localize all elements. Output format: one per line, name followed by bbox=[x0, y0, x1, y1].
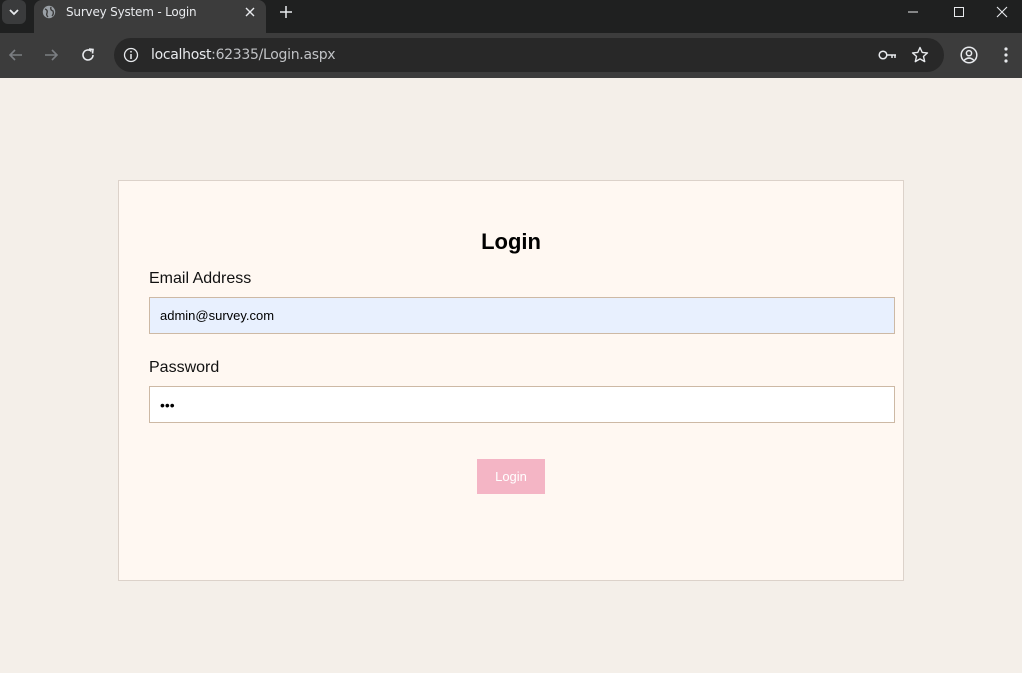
window-close-button[interactable] bbox=[982, 0, 1022, 24]
url-text: localhost:62335/Login.aspx bbox=[151, 47, 336, 63]
browser-toolbar: localhost:62335/Login.aspx bbox=[0, 33, 1022, 78]
email-label: Email Address bbox=[149, 270, 252, 287]
page-title: Login bbox=[481, 229, 541, 254]
active-tab[interactable]: Survey System - Login bbox=[34, 0, 266, 33]
profile-button[interactable] bbox=[958, 44, 980, 66]
maximize-icon bbox=[954, 7, 964, 17]
back-button[interactable] bbox=[3, 42, 29, 68]
key-icon bbox=[878, 50, 896, 60]
page-viewport: Login Email Address Password Login bbox=[0, 78, 1022, 673]
minimize-button[interactable] bbox=[890, 0, 936, 24]
chevron-down-icon bbox=[9, 9, 19, 16]
info-icon bbox=[123, 47, 139, 63]
forward-button[interactable] bbox=[38, 42, 64, 68]
minimize-icon bbox=[908, 11, 918, 13]
site-info-button[interactable] bbox=[122, 46, 140, 64]
address-bar[interactable]: localhost:62335/Login.aspx bbox=[114, 38, 944, 72]
maximize-button[interactable] bbox=[936, 0, 982, 24]
new-tab-button[interactable] bbox=[276, 2, 296, 22]
more-vertical-icon bbox=[1004, 47, 1008, 63]
close-icon bbox=[996, 6, 1008, 18]
bookmark-button[interactable] bbox=[910, 45, 930, 65]
arrow-left-icon bbox=[8, 49, 22, 61]
reload-icon bbox=[82, 48, 94, 61]
tab-strip: Survey System - Login bbox=[0, 0, 1022, 33]
reload-button[interactable] bbox=[75, 42, 101, 68]
tab-title: Survey System - Login bbox=[66, 5, 197, 19]
globe-icon bbox=[42, 5, 56, 19]
login-card: Login Email Address Password Login bbox=[118, 180, 904, 581]
arrow-right-icon bbox=[45, 49, 59, 61]
close-icon bbox=[245, 7, 255, 17]
plus-icon bbox=[280, 6, 292, 18]
tab-close-button[interactable] bbox=[242, 4, 258, 20]
url-path: :62335/Login.aspx bbox=[211, 47, 336, 63]
password-label: Password bbox=[149, 359, 220, 376]
password-field[interactable] bbox=[149, 386, 895, 423]
profile-icon bbox=[960, 46, 978, 64]
tab-search-button[interactable] bbox=[2, 0, 26, 24]
password-manager-button[interactable] bbox=[878, 45, 898, 65]
email-field[interactable] bbox=[149, 297, 895, 334]
url-host: localhost bbox=[151, 47, 212, 63]
browser-menu-button[interactable] bbox=[996, 44, 1016, 66]
star-icon bbox=[911, 46, 929, 63]
login-button[interactable]: Login bbox=[477, 459, 545, 494]
